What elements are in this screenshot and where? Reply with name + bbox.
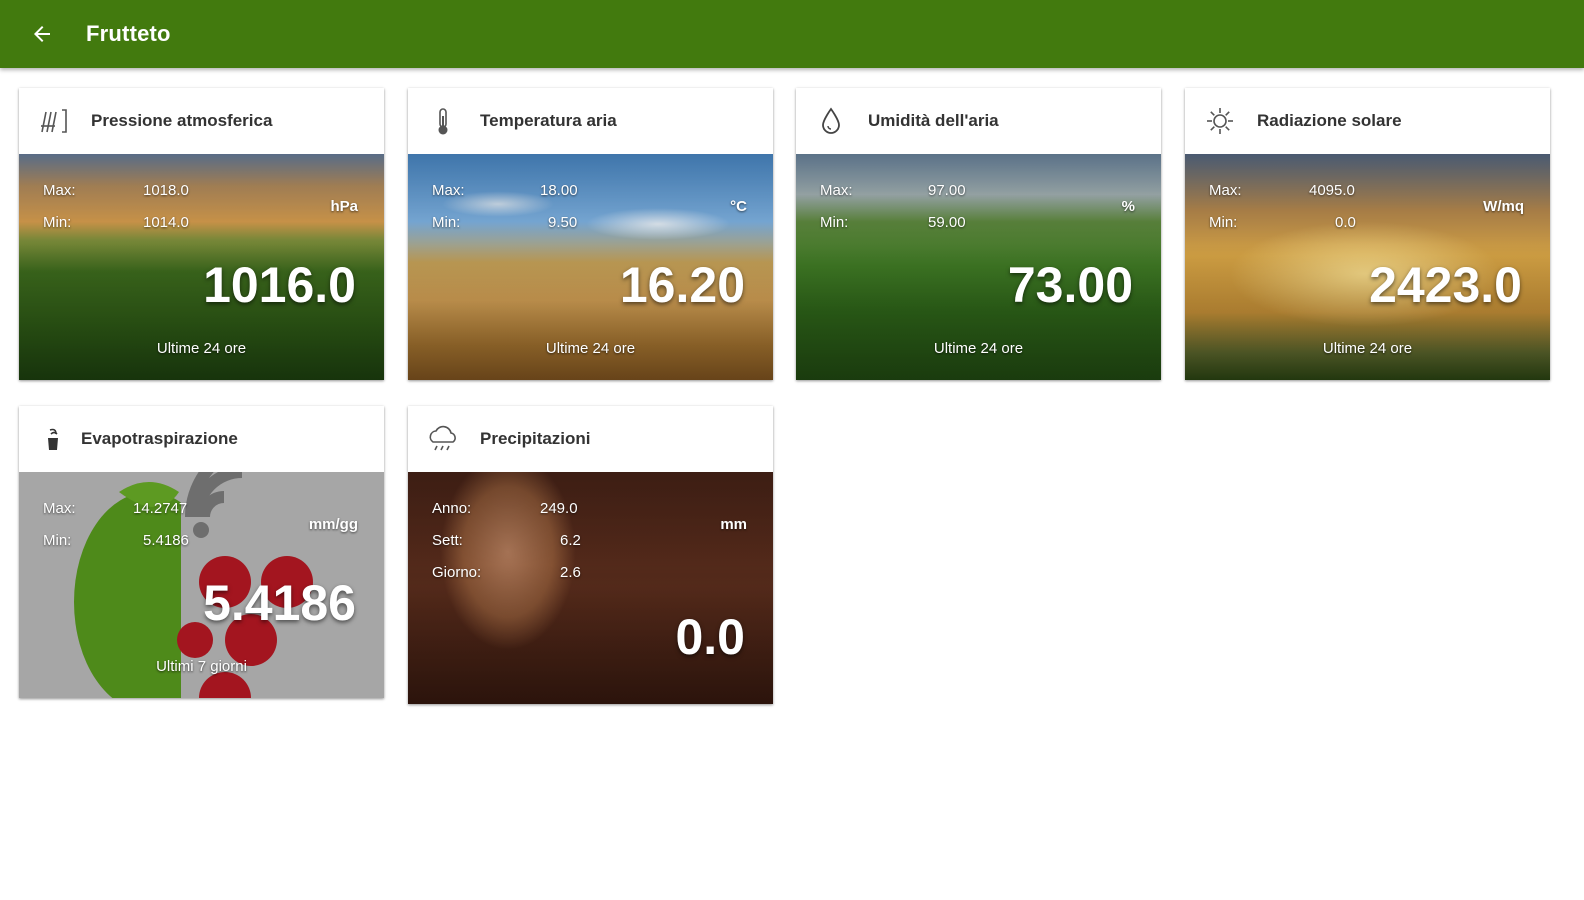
max-label: Max: [820, 182, 853, 199]
card-header: Umidità dell'aria [796, 88, 1161, 154]
current-value: 73.00 [1007, 257, 1133, 313]
period-caption: Ultime 24 ore [545, 340, 636, 357]
min-value: 9.50 [548, 214, 578, 231]
period-caption: Ultime 24 ore [933, 340, 1024, 357]
week-value: 6.2 [560, 532, 581, 549]
thermometer-icon [426, 104, 460, 138]
card-pressione-atmosferica[interactable]: Pressione atmosferica Max: 1018.0 Min: 1… [19, 88, 384, 380]
year-label: Anno: [432, 500, 472, 517]
min-label: Min: [43, 214, 72, 231]
card-evapotraspirazione[interactable]: Evapotraspirazione Max: 14.2747 Min: 5.4 [19, 406, 384, 698]
card-image: Max: 1018.0 Min: 1014.0 hPa 1016.0 Ultim… [19, 154, 384, 380]
max-label: Max: [43, 182, 76, 199]
max-label: Max: [1209, 182, 1242, 199]
card-temperatura-aria[interactable]: Temperatura aria Max: 18.00 Min: 9.50 °C… [408, 88, 773, 380]
unit-label: W/mq [1483, 198, 1524, 215]
page-title: Frutteto [86, 21, 171, 46]
unit-label: % [1121, 198, 1135, 215]
rain-cloud-icon [426, 422, 460, 456]
arrow-back-icon [34, 26, 50, 42]
card-header: Evapotraspirazione [19, 406, 384, 472]
current-value: 1016.0 [203, 257, 356, 313]
app-bar: Frutteto [0, 0, 1584, 68]
day-value: 2.6 [560, 564, 581, 581]
card-title: Evapotraspirazione [81, 429, 238, 448]
back-button[interactable] [22, 14, 62, 54]
max-label: Max: [432, 182, 465, 199]
max-value: 4095.0 [1309, 182, 1355, 199]
pressure-icon [37, 104, 71, 138]
week-label: Sett: [432, 532, 463, 549]
card-header: Temperatura aria [408, 88, 773, 154]
card-radiazione-solare[interactable]: Radiazione solare Max: 4095.0 Min: 0.0 W… [1185, 88, 1550, 380]
water-drop-icon [814, 104, 848, 138]
card-image: Max: 97.00 Min: 59.00 % 73.00 Ultime 24 … [796, 154, 1161, 380]
min-label: Min: [432, 214, 461, 231]
year-value: 249.0 [540, 500, 578, 517]
period-caption: Ultime 24 ore [156, 340, 247, 357]
period-caption: Ultimi 7 giorni [156, 658, 247, 675]
unit-label: hPa [330, 198, 358, 215]
min-value: 0.0 [1335, 214, 1356, 231]
period-caption: Ultime 24 ore [1322, 340, 1413, 357]
card-title: Radiazione solare [1257, 111, 1402, 130]
card-header: Radiazione solare [1185, 88, 1550, 154]
card-title: Precipitazioni [480, 429, 591, 448]
card-title: Pressione atmosferica [91, 111, 273, 130]
card-title: Umidità dell'aria [868, 111, 999, 130]
card-header: Precipitazioni [408, 406, 773, 472]
max-label: Max: [43, 500, 76, 517]
max-value: 14.2747 [133, 500, 188, 517]
card-title: Temperatura aria [480, 111, 617, 130]
max-value: 97.00 [928, 182, 966, 199]
max-value: 18.00 [540, 182, 578, 199]
unit-label: mm/gg [308, 516, 358, 533]
current-value: 16.20 [619, 257, 745, 313]
card-image: Anno: 249.0 Sett: 6.2 Giorno: 2.6 mm 0.0 [408, 472, 773, 704]
min-label: Min: [43, 532, 72, 549]
min-value: 1014.0 [143, 214, 189, 231]
current-value: 2423.0 [1369, 257, 1522, 313]
min-label: Min: [1209, 214, 1238, 231]
card-precipitazioni[interactable]: Precipitazioni Anno: 249.0 Sett: 6.2 Gio… [408, 406, 773, 704]
unit-label: mm [720, 516, 747, 533]
card-image: Max: 18.00 Min: 9.50 °C 16.20 Ultime 24 … [408, 154, 773, 380]
card-header: Pressione atmosferica [19, 88, 384, 154]
day-label: Giorno: [432, 564, 482, 581]
min-value: 5.4186 [143, 532, 189, 549]
evapotranspiration-icon [37, 422, 71, 456]
card-image: Max: 4095.0 Min: 0.0 W/mq 2423.0 Ultime … [1185, 154, 1550, 380]
max-value: 1018.0 [143, 182, 189, 199]
unit-label: °C [730, 198, 747, 215]
min-label: Min: [820, 214, 849, 231]
card-image: Max: 14.2747 Min: 5.4186 mm/gg 5.4186 Ul… [19, 472, 384, 698]
card-umidita-aria[interactable]: Umidità dell'aria Max: 97.00 Min: 59.00 … [796, 88, 1161, 380]
current-value: 5.4186 [203, 575, 356, 631]
sun-icon [1203, 104, 1237, 138]
min-value: 59.00 [928, 214, 966, 231]
current-value: 0.0 [675, 609, 745, 665]
